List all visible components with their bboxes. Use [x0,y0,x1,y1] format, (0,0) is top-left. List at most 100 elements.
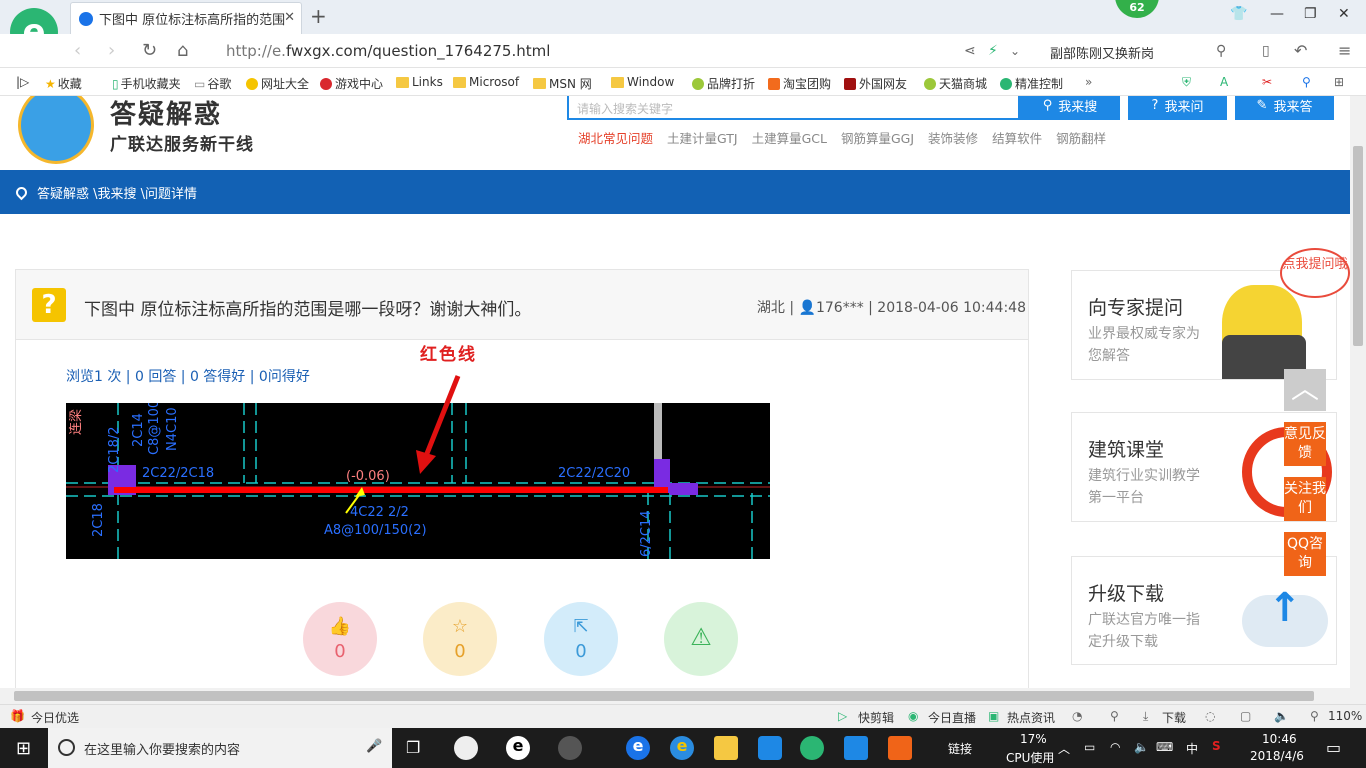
notification-badge[interactable]: 62 [1115,0,1159,18]
hot-news[interactable]: 热点资讯 [1007,709,1055,726]
quick-link[interactable]: 装饰装修 [928,131,978,146]
ie-icon[interactable]: e [670,736,694,760]
quick-link[interactable]: 土建算量GCL [752,131,827,146]
browser-taskbar-icon[interactable] [800,736,824,760]
favorite-button[interactable]: ☆ 0 [423,602,497,676]
quick-link[interactable]: 湖北常见问题 [578,131,653,146]
bookmark-microsoft[interactable]: Microsof [453,75,519,89]
grid-icon[interactable]: ⊞ [1334,75,1344,89]
sidebar-toggle-icon[interactable]: |▷ [16,75,29,89]
quick-link[interactable]: 结算软件 [992,131,1042,146]
horizontal-scrollbar[interactable] [0,688,1366,704]
tray-expand-icon[interactable]: ︿ [1058,740,1070,757]
menu-icon[interactable]: ≡ [1338,41,1351,60]
bookmark-msn[interactable]: MSN 网 [533,75,592,92]
tab-close-icon[interactable]: ✕ [284,10,295,25]
ask-button[interactable]: ? 我来问 [1128,96,1227,120]
bookmark-brand-discount[interactable]: 品牌打折 [692,75,755,92]
app-orange-icon[interactable] [888,736,912,760]
skin-icon[interactable]: 👕 [1230,6,1247,22]
follow-button[interactable]: 关注我们 [1284,477,1326,521]
app-plus-icon[interactable] [844,736,868,760]
keyboard-icon[interactable]: ⌨ [1156,740,1173,754]
task-view-icon[interactable]: ❐ [406,738,420,757]
more-bookmarks-icon[interactable]: » [1085,75,1092,89]
shield-icon[interactable]: ⛨ [1182,75,1191,90]
app-pinwheel-icon[interactable] [454,736,478,760]
today-picks[interactable]: 今日优选 [31,709,79,726]
breadcrumb-text[interactable]: 答疑解惑 \我来搜 \问题详情 [37,183,197,202]
bookmark-mobile[interactable]: ▯ 手机收藏夹 [112,75,181,92]
chevron-down-icon[interactable]: ⌄ [1010,44,1020,58]
quick-link[interactable]: 钢筋算量GGJ [841,131,914,146]
pin-icon[interactable]: ⚲ [1110,709,1119,723]
today-live[interactable]: 今日直播 [928,709,976,726]
search-input[interactable]: 请输入搜索关键字 [567,96,1020,120]
feedback-button[interactable]: 意见反馈 [1284,422,1326,466]
ask-bubble[interactable]: 点我提问哦 [1280,248,1350,298]
file-explorer-icon[interactable] [714,736,738,760]
bookmark-tmall[interactable]: 天猫商城 [924,75,987,92]
scissors-icon[interactable]: ✂ [1262,75,1272,89]
bookmark-taobao[interactable]: 淘宝团购 [768,75,831,92]
clock-date[interactable]: 2018/4/6 [1250,749,1304,763]
bookmark-windows[interactable]: Window [611,75,674,89]
qq-consult-button[interactable]: QQ咨询 [1284,532,1326,576]
ime-indicator[interactable]: 中 [1186,740,1198,757]
answer-button[interactable]: ✎ 我来答 [1235,96,1334,120]
quick-link[interactable]: 钢筋翻样 [1056,131,1106,146]
like-button[interactable]: 👍 0 [303,602,377,676]
search-icon[interactable]: ⚲ [1216,43,1226,59]
share-icon[interactable]: ⋖ [964,43,976,59]
zoom-icon[interactable]: ⚲ [1310,709,1319,723]
translate-icon[interactable]: A [1220,75,1228,89]
recommend-news[interactable]: 副部陈刚又换新岗 [1050,43,1154,62]
downloads[interactable]: 下载 [1162,709,1186,726]
app-swirl-icon[interactable] [558,736,582,760]
refresh-icon[interactable]: ↻ [142,40,157,61]
bookmark-url-hub[interactable]: 网址大全 [246,75,309,92]
glodon-icon[interactable] [758,736,782,760]
forward-icon[interactable]: › [108,40,115,61]
share-button[interactable]: ⇱ 0 [544,602,618,676]
address-bar[interactable]: http://e.fwxgx.com/question_1764275.html [226,42,550,60]
clock-time[interactable]: 10:46 [1262,732,1297,746]
active-tab[interactable]: 下图中 原位标注标高所指的范围 ✕ [70,2,302,34]
wifi-icon[interactable]: ◠ [1110,740,1120,754]
back-icon[interactable]: ‹ [74,40,81,61]
battery-icon[interactable]: ▭ [1084,740,1095,754]
scrollbar-thumb[interactable] [14,691,1314,701]
volume-icon[interactable]: 🔈 [1274,709,1289,723]
maximize-button[interactable]: ❐ [1304,6,1317,22]
window-icon[interactable]: ▢ [1240,709,1251,723]
window-close-button[interactable]: ✕ [1338,6,1350,22]
taskbar-search[interactable]: 在这里输入你要搜索的内容 🎤 [48,728,392,768]
mobile-icon[interactable]: ▯ [1262,43,1270,59]
zoom-level[interactable]: 110% [1328,709,1362,723]
microphone-icon[interactable]: 🎤 [366,739,382,754]
quick-edit[interactable]: 快剪辑 [858,709,894,726]
lightning-icon[interactable]: ⚡ [988,43,998,59]
scrollbar-thumb[interactable] [1353,146,1363,346]
search-icon[interactable]: ⚲ [1302,75,1311,89]
report-button[interactable]: ⚠ [664,602,738,676]
link-toolbar[interactable]: 链接 [948,740,972,757]
edge-icon[interactable]: e [626,736,650,760]
bookmark-favorites[interactable]: ★ 收藏 [45,75,82,92]
vertical-scrollbar[interactable] [1350,96,1366,688]
bookmark-google[interactable]: ▭ 谷歌 [194,75,231,92]
speed-icon[interactable]: ◔ [1072,709,1082,723]
bookmark-foreign[interactable]: 外国网友 [844,75,907,92]
sogou-icon[interactable]: S [1212,739,1221,753]
windows-start-icon[interactable]: ⊞ [16,738,31,759]
minimize-button[interactable]: — [1270,6,1284,22]
bookmark-links[interactable]: Links [396,75,443,89]
undo-icon[interactable]: ↶ [1294,41,1307,60]
home-icon[interactable]: ⌂ [177,40,188,61]
bookmark-precise[interactable]: 精准控制 [1000,75,1063,92]
back-to-top-button[interactable]: ︿ [1284,369,1326,411]
quick-link[interactable]: 土建计量GTJ [667,131,738,146]
cleanup-icon[interactable]: ◌ [1205,709,1215,723]
search-button[interactable]: ⚲ 我来搜 [1020,96,1120,120]
notification-icon[interactable]: ▭ [1326,738,1341,757]
